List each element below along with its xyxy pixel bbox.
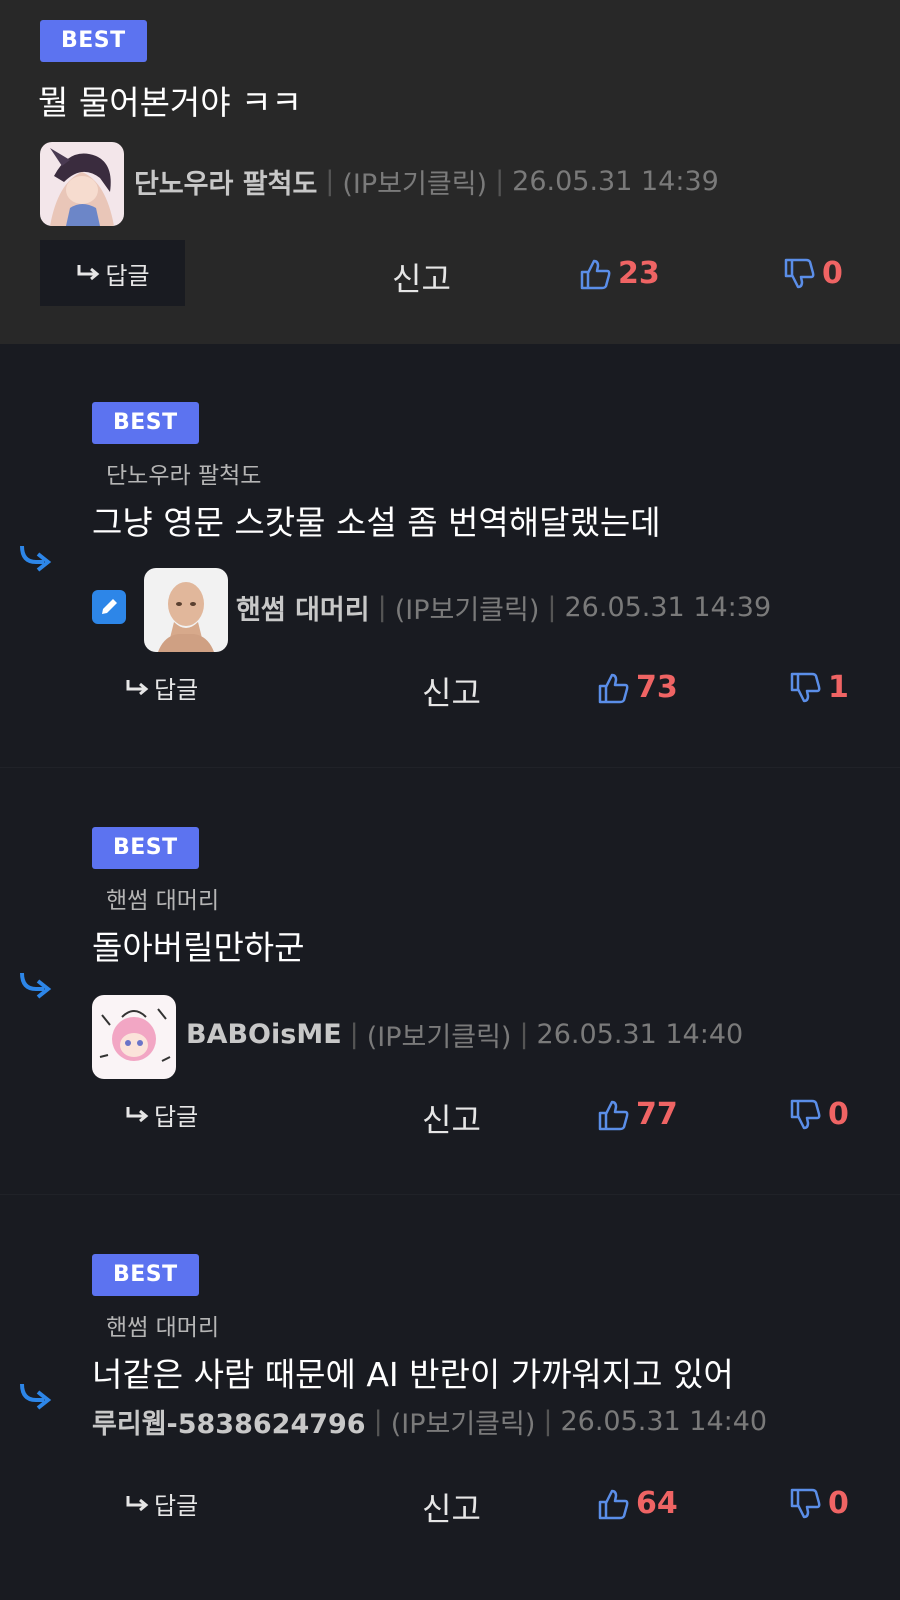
meta-separator: | bbox=[373, 1406, 383, 1437]
edit-icon bbox=[92, 590, 126, 624]
comment-meta: BABOisME | (IP보기클릭) | 26.05.31 14:40 bbox=[186, 1015, 743, 1054]
reply-label: 답글 bbox=[154, 1492, 199, 1520]
report-button[interactable]: 신고 bbox=[422, 1484, 481, 1530]
reply-to-name: 핸썸 대머리 bbox=[106, 1315, 220, 1341]
avatar[interactable] bbox=[144, 568, 228, 652]
upvote-count: 73 bbox=[636, 670, 678, 705]
reply-button[interactable]: 답글 bbox=[124, 1097, 198, 1132]
comment-item: BEST 핸썸 대머리 너같은 사람 때문에 AI 반란이 가까워지고 있어 루… bbox=[0, 1196, 900, 1600]
thumbs-down-icon bbox=[790, 1488, 821, 1518]
comment-text: 뭘 물어본거야 ㅋㅋ bbox=[38, 83, 302, 122]
comment-datetime: 26.05.31 14:40 bbox=[560, 1406, 768, 1437]
report-button[interactable]: 신고 bbox=[392, 254, 451, 300]
author-name[interactable]: 핸썸 대머리 bbox=[236, 588, 370, 627]
meta-separator: | bbox=[543, 1406, 553, 1437]
author-name[interactable]: BABOisME bbox=[186, 1019, 342, 1050]
downvote-button[interactable]: 0 bbox=[788, 1486, 849, 1521]
ip-view-link[interactable]: (IP보기클릭) bbox=[395, 588, 540, 627]
ip-view-link[interactable]: (IP보기클릭) bbox=[342, 162, 487, 201]
reply-to-name: 핸썸 대머리 bbox=[106, 888, 220, 914]
author-name[interactable]: 단노우라 팔척도 bbox=[134, 162, 317, 201]
comment-datetime: 26.05.31 14:39 bbox=[564, 592, 772, 623]
comment-meta: 핸썸 대머리 | (IP보기클릭) | 26.05.31 14:39 bbox=[236, 588, 771, 627]
comment-item: BEST 핸썸 대머리 돌아버릴만하군 BABOisME | (IP보기클릭) … bbox=[0, 769, 900, 1195]
reply-arrow-icon bbox=[126, 679, 149, 695]
comment-meta: 단노우라 팔척도 | (IP보기클릭) | 26.05.31 14:39 bbox=[134, 162, 719, 201]
ip-view-link[interactable]: (IP보기클릭) bbox=[391, 1402, 536, 1441]
downvote-button[interactable]: 0 bbox=[788, 1097, 849, 1132]
upvote-button[interactable]: 23 bbox=[578, 256, 660, 291]
downvote-count: 0 bbox=[828, 1486, 849, 1521]
comment-item: BEST 단노우라 팔척도 그냥 영문 스캇물 소설 좀 번역해달랬는데 핸썸 … bbox=[0, 344, 900, 768]
reply-arrow-icon bbox=[126, 1495, 149, 1511]
downvote-count: 0 bbox=[822, 256, 843, 291]
reply-button[interactable]: 답글 bbox=[124, 670, 198, 705]
thumbs-down-icon bbox=[790, 1099, 821, 1129]
thumbs-down-icon bbox=[790, 672, 821, 702]
comment-item: BEST 뭘 물어본거야 ㅋㅋ 단노우라 팔척도 | (IP보기클릭) | 26… bbox=[0, 0, 900, 344]
meta-separator: | bbox=[377, 592, 387, 623]
report-button[interactable]: 신고 bbox=[422, 1095, 481, 1141]
downvote-button[interactable]: 1 bbox=[788, 670, 849, 705]
reply-label: 답글 bbox=[105, 261, 150, 290]
upvote-button[interactable]: 64 bbox=[596, 1486, 678, 1521]
avatar[interactable] bbox=[40, 142, 124, 226]
thumbs-down-icon bbox=[784, 258, 815, 288]
upvote-button[interactable]: 77 bbox=[596, 1097, 678, 1132]
reply-arrow-icon bbox=[77, 265, 100, 281]
reply-button[interactable]: 답글 bbox=[124, 1486, 198, 1521]
thumbs-up-icon bbox=[598, 1100, 629, 1130]
reply-label: 답글 bbox=[154, 1103, 199, 1131]
avatar[interactable] bbox=[92, 995, 176, 1079]
reply-label: 답글 bbox=[154, 676, 199, 704]
reply-button[interactable]: 답글 bbox=[40, 240, 185, 306]
comment-meta: 루리웹-5838624796 | (IP보기클릭) | 26.05.31 14:… bbox=[92, 1402, 767, 1441]
reply-to-name: 단노우라 팔척도 bbox=[106, 463, 262, 489]
comment-datetime: 26.05.31 14:40 bbox=[536, 1019, 744, 1050]
report-button[interactable]: 신고 bbox=[422, 668, 481, 714]
upvote-count: 64 bbox=[636, 1486, 678, 1521]
upvote-count: 77 bbox=[636, 1097, 678, 1132]
reply-thread-arrow-icon bbox=[20, 1383, 52, 1410]
upvote-count: 23 bbox=[618, 256, 660, 291]
comment-text: 돌아버릴만하군 bbox=[92, 928, 305, 967]
meta-separator: | bbox=[349, 1019, 359, 1050]
meta-separator: | bbox=[325, 166, 335, 197]
best-badge: BEST bbox=[92, 1254, 199, 1296]
thumbs-up-icon bbox=[598, 1489, 629, 1519]
meta-separator: | bbox=[495, 166, 505, 197]
comment-datetime: 26.05.31 14:39 bbox=[512, 166, 719, 197]
best-badge: BEST bbox=[40, 20, 147, 62]
downvote-count: 1 bbox=[828, 670, 849, 705]
downvote-button[interactable]: 0 bbox=[782, 256, 843, 291]
best-badge: BEST bbox=[92, 827, 199, 869]
comment-text: 너같은 사람 때문에 AI 반란이 가까워지고 있어 bbox=[92, 1355, 734, 1394]
upvote-button[interactable]: 73 bbox=[596, 670, 678, 705]
thumbs-up-icon bbox=[598, 673, 629, 703]
ip-view-link[interactable]: (IP보기클릭) bbox=[367, 1015, 512, 1054]
reply-arrow-icon bbox=[126, 1106, 149, 1122]
downvote-count: 0 bbox=[828, 1097, 849, 1132]
meta-separator: | bbox=[519, 1019, 529, 1050]
reply-thread-arrow-icon bbox=[20, 545, 52, 572]
meta-separator: | bbox=[547, 592, 557, 623]
best-badge: BEST bbox=[92, 402, 199, 444]
reply-thread-arrow-icon bbox=[20, 972, 52, 999]
thumbs-up-icon bbox=[580, 259, 611, 289]
comment-text: 그냥 영문 스캇물 소설 좀 번역해달랬는데 bbox=[92, 503, 661, 542]
author-name[interactable]: 루리웹-5838624796 bbox=[92, 1402, 366, 1441]
